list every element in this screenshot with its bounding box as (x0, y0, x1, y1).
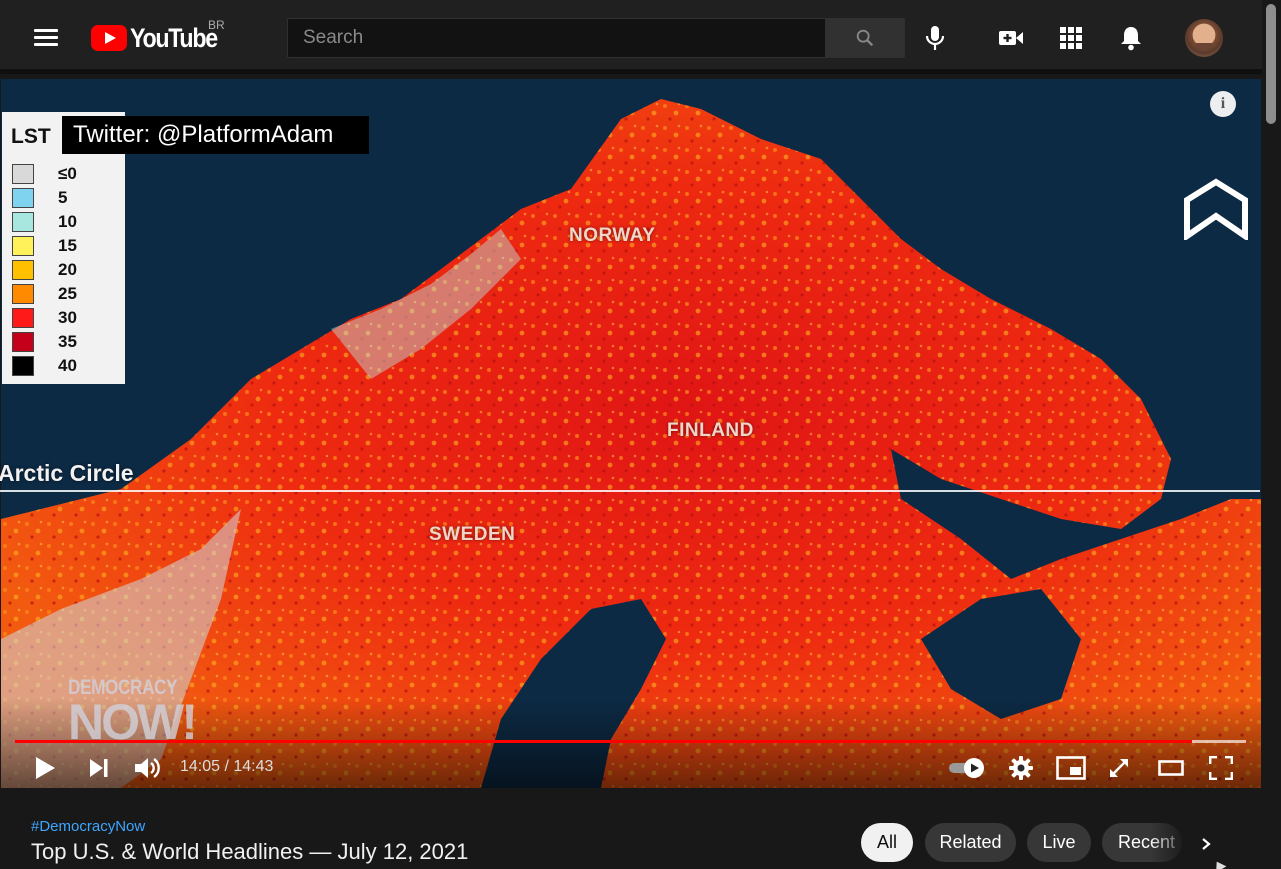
create-video-icon (999, 31, 1023, 45)
chip-scroll-fade (1150, 822, 1190, 864)
masthead: YouTube BR (0, 0, 1262, 74)
chip-related[interactable]: Related (925, 823, 1016, 862)
legend-value: ≤0 (58, 164, 77, 183)
mic-icon (925, 26, 945, 50)
progress-bar[interactable] (15, 740, 1246, 743)
legend-value: 30 (58, 308, 77, 327)
time-display: 14:05 / 14:43 (180, 758, 274, 775)
democracy-now-watermark: DEMOCRACY NOW! (68, 676, 201, 750)
country-code: BR (208, 18, 225, 32)
fullscreen-expand-button[interactable] (1105, 753, 1133, 783)
miniplayer-icon (1056, 756, 1086, 780)
search-input[interactable] (303, 27, 825, 49)
page-scrollbar[interactable] (1262, 0, 1281, 869)
progress-played (15, 740, 1192, 743)
mute-button[interactable] (132, 753, 164, 783)
apps-grid-icon (1060, 27, 1082, 49)
video-title: Top U.S. & World Headlines — July 12, 20… (31, 839, 469, 864)
autoplay-toggle[interactable] (947, 753, 987, 783)
legend-row: ≤0 (12, 164, 122, 184)
legend-row: 40 (12, 356, 122, 376)
youtube-play-logo-icon (91, 25, 127, 51)
fullscreen-expand-icon (1110, 759, 1128, 777)
legend-title: LST (11, 125, 51, 148)
chip-next-button[interactable] (1190, 829, 1222, 859)
play-button[interactable] (30, 753, 60, 783)
legend-swatch (12, 356, 34, 376)
theater-mode-icon (1158, 760, 1184, 776)
legend-value: 35 (58, 332, 77, 351)
legend-value: 10 (58, 212, 77, 231)
legend-row: 5 (12, 188, 122, 208)
avatar[interactable] (1185, 19, 1223, 57)
chevron-right-icon (1202, 838, 1211, 850)
legend-row: 25 (12, 284, 122, 304)
map-label-sweden: SWEDEN (429, 524, 516, 545)
chip-all[interactable]: All (861, 823, 913, 862)
search-icon (856, 29, 874, 47)
settings-button[interactable] (1006, 753, 1036, 783)
twitter-tag: Twitter: @PlatformAdam (62, 116, 369, 154)
arctic-circle-label: Arctic Circle (0, 460, 134, 486)
legend-value: 15 (58, 236, 77, 255)
search-button[interactable] (825, 18, 905, 58)
menu-icon[interactable] (34, 29, 58, 47)
miniplayer-button[interactable] (1055, 753, 1087, 783)
video-info-button[interactable]: i (1210, 91, 1236, 117)
legend-row: 30 (12, 308, 122, 328)
watermark-line2: NOW! (68, 694, 198, 750)
search-box (287, 18, 825, 58)
legend-value: 25 (58, 284, 77, 303)
legend-row: 35 (12, 332, 122, 352)
arctic-circle-line (0, 490, 1260, 492)
settings-gear-icon (1009, 756, 1033, 780)
notifications-button[interactable] (1115, 22, 1147, 54)
fullscreen-button[interactable] (1206, 753, 1236, 783)
apps-button[interactable] (1055, 22, 1087, 54)
next-button[interactable] (86, 753, 112, 783)
legend-swatch (12, 332, 34, 352)
legend-swatch (12, 188, 34, 208)
legend-swatch (12, 164, 34, 184)
autoplay-toggle-icon (949, 758, 984, 778)
legend-swatch (12, 236, 34, 256)
watermark-line1: DEMOCRACY (68, 676, 178, 699)
legend-row: 15 (12, 236, 122, 256)
legend-swatch (12, 260, 34, 280)
map-label-finland: FINLAND (667, 420, 754, 441)
legend-swatch (12, 212, 34, 232)
legend-value: 20 (58, 260, 77, 279)
channel-watermark-icon[interactable] (1181, 178, 1251, 242)
scrollbar-thumb[interactable] (1266, 4, 1276, 124)
create-button[interactable] (995, 22, 1027, 54)
legend-row: 10 (12, 212, 122, 232)
volume-icon (135, 758, 160, 778)
chip-live[interactable]: Live (1027, 823, 1091, 862)
legend-swatch (12, 308, 34, 328)
notifications-bell-icon (1121, 27, 1141, 51)
theater-mode-button[interactable] (1156, 753, 1186, 783)
play-icon (36, 757, 55, 779)
next-icon (90, 759, 108, 777)
legend-row: 20 (12, 260, 122, 280)
map-label-norway: NORWAY (569, 225, 656, 246)
youtube-watch-page: YouTube BR Search i LST ≤0 5 10 15 20 25… (0, 0, 1281, 869)
legend-value: 5 (58, 188, 68, 207)
hashtag-link[interactable]: #DemocracyNow (31, 818, 145, 835)
fullscreen-icon (1209, 756, 1233, 780)
voice-search-button[interactable] (919, 22, 951, 54)
legend-value: 40 (58, 356, 77, 375)
legend-swatch (12, 284, 34, 304)
logo-text: YouTube (130, 22, 218, 53)
